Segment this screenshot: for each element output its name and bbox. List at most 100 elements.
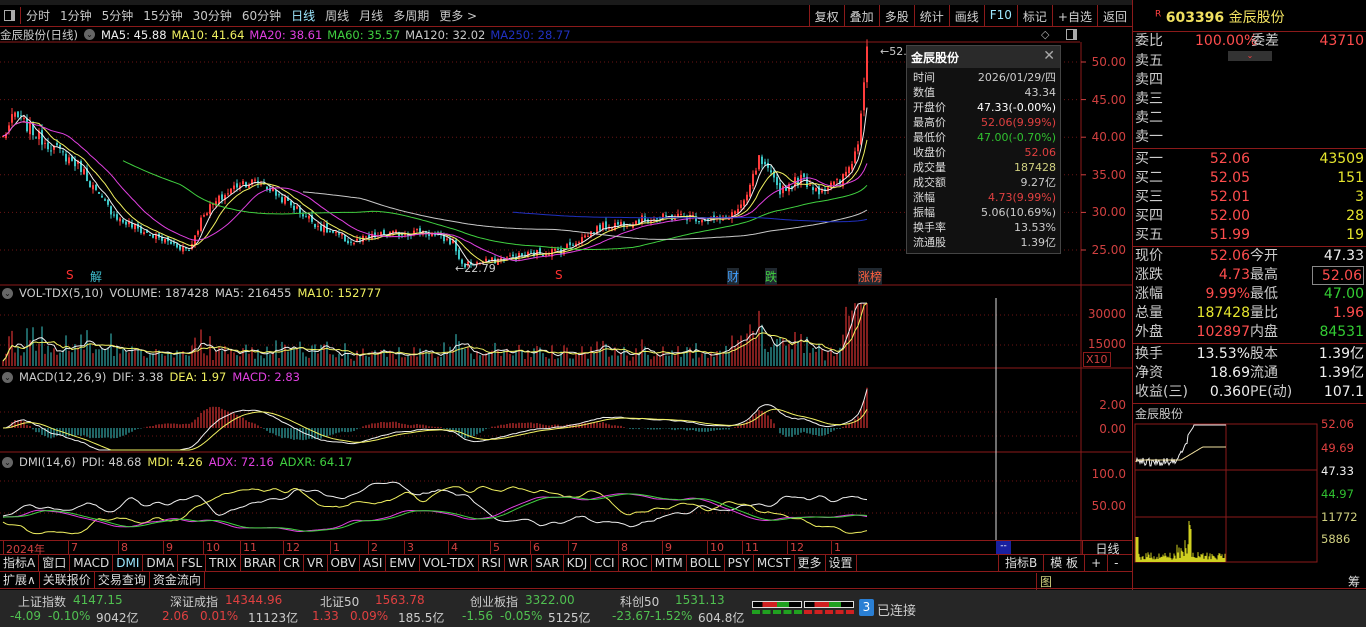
indicator-tab-EMV[interactable]: EMV xyxy=(386,555,420,571)
indicator-tab-DMI[interactable]: DMI xyxy=(113,555,144,571)
right-tab-指标B[interactable]: 指标B xyxy=(998,555,1043,572)
volume-legend-item: VOLUME: 187428 xyxy=(109,286,209,300)
fundamental-row: 净资 18.69 流通 1.39亿 xyxy=(1135,364,1364,383)
candle xyxy=(95,184,97,191)
indicator-tab-VOL-TDX[interactable]: VOL-TDX xyxy=(420,555,479,571)
candle xyxy=(35,137,37,139)
indicator-tab-PSY[interactable]: PSY xyxy=(725,555,754,571)
indicator-tab-指标A[interactable]: 指标A xyxy=(0,555,40,571)
candle xyxy=(176,243,178,248)
mini-axis-tick: 11772 xyxy=(1321,510,1358,524)
weicha-value: 43710 xyxy=(1319,33,1364,49)
indicator-tab-VR[interactable]: VR xyxy=(304,555,328,571)
index-name[interactable]: 科创50 xyxy=(620,593,659,610)
candle xyxy=(857,144,859,152)
event-marker[interactable]: 解 xyxy=(90,268,102,285)
quote-stat-row: 涨幅 9.99% 最低 47.00 xyxy=(1135,285,1364,304)
event-marker[interactable]: 跌 xyxy=(765,268,778,285)
index-name[interactable]: 创业板指 xyxy=(470,593,518,610)
candle xyxy=(26,118,28,132)
indicator-tab-DMA[interactable]: DMA xyxy=(143,555,179,571)
candle xyxy=(359,239,361,241)
macd-legend-item: MACD(12,26,9) xyxy=(19,370,107,384)
buy-level-volume: 28 xyxy=(1346,208,1364,224)
connection-status[interactable]: 已连接 xyxy=(877,600,916,619)
candle xyxy=(518,253,520,259)
right-tab-模 板[interactable]: 模 板 xyxy=(1043,555,1084,572)
buy-level-label: 买三 xyxy=(1135,189,1163,205)
ext-tab-资金流向[interactable]: 资金流向 xyxy=(150,572,205,588)
legend-dropdown-icon[interactable]: ⌄ xyxy=(2,287,13,299)
index-change: -1.56 xyxy=(462,609,494,623)
volume-legend-item: VOL-TDX(5,10) xyxy=(19,286,104,300)
mini-axis-tick: 5886 xyxy=(1321,532,1351,546)
indicator-tab-MCST[interactable]: MCST xyxy=(754,555,795,571)
indicator-tab-设置[interactable]: 设置 xyxy=(826,555,857,571)
indicator-tab-MACD[interactable]: MACD xyxy=(70,555,114,571)
indicator-tab-RSI[interactable]: RSI xyxy=(479,555,506,571)
index-amount: 9042亿 xyxy=(96,611,139,625)
indicator-tab-CR[interactable]: CR xyxy=(280,555,304,571)
volume-scale-badge[interactable]: X10 xyxy=(1083,352,1111,367)
price-axis-tick: 40.00 xyxy=(1091,130,1126,145)
period-label[interactable]: 日线 xyxy=(1082,540,1132,556)
index-name[interactable]: 上证指数 xyxy=(18,593,66,610)
legend-dropdown-icon[interactable]: ⌄ xyxy=(2,371,13,383)
indicator-tab-BOLL[interactable]: BOLL xyxy=(687,555,725,571)
indicator-tab-KDJ[interactable]: KDJ xyxy=(564,555,592,571)
ext-tab-关联报价[interactable]: 关联报价 xyxy=(40,572,95,588)
candle xyxy=(197,230,199,235)
indicator-tab-OBV[interactable]: OBV xyxy=(328,555,361,571)
right-tab--[interactable]: - xyxy=(1107,555,1124,572)
candle xyxy=(749,184,751,197)
connection-count-badge[interactable]: 3 xyxy=(859,599,874,616)
indicator-tab-FSL[interactable]: FSL xyxy=(178,555,207,571)
candle xyxy=(356,238,358,241)
indicator-tab-ROC[interactable]: ROC xyxy=(619,555,652,571)
close-icon[interactable]: ✕ xyxy=(1043,48,1055,64)
candle xyxy=(698,221,700,223)
indicator-tab-ASI[interactable]: ASI xyxy=(360,555,387,571)
ext-tab-扩展∧[interactable]: 扩展∧ xyxy=(0,572,40,588)
indicator-tab-窗口[interactable]: 窗口 xyxy=(39,555,71,571)
candle xyxy=(113,214,115,216)
candle xyxy=(62,151,64,153)
candle xyxy=(89,181,91,188)
indicator-tab-TRIX[interactable]: TRIX xyxy=(206,555,241,571)
quote-stat-row: 现价 52.06 今开 47.33 xyxy=(1135,247,1364,266)
index-name[interactable]: 北证50 xyxy=(320,593,359,610)
legend-dropdown-icon[interactable]: ⌄ xyxy=(2,456,13,468)
stat-label: 量比 xyxy=(1250,305,1278,321)
buy-level-label: 买四 xyxy=(1135,208,1163,224)
indicator-tab-BRAR[interactable]: BRAR xyxy=(241,555,281,571)
candle xyxy=(572,244,574,246)
candle xyxy=(293,205,295,211)
stat-value: 1.96 xyxy=(1332,305,1364,321)
index-name[interactable]: 深证成指 xyxy=(170,593,218,610)
candle xyxy=(554,248,556,251)
ma10-line xyxy=(2,121,868,264)
ext-tab-交易查询[interactable]: 交易查询 xyxy=(95,572,150,588)
candle xyxy=(170,241,172,244)
indicator-tab-MTM[interactable]: MTM xyxy=(652,555,687,571)
stat-value: 52.06 xyxy=(1312,266,1364,285)
popup-row: 最高价 52.06(9.99%) xyxy=(907,115,1060,130)
price-axis-tick: 35.00 xyxy=(1091,167,1126,182)
indicator-tab-WR[interactable]: WR xyxy=(505,555,533,571)
candle xyxy=(854,151,856,163)
indicator-b-tabs: 指标B 模 板 + - xyxy=(998,555,1124,572)
indicator-tab-SAR[interactable]: SAR xyxy=(532,555,564,571)
ext-tab-chart[interactable]: 图 xyxy=(1036,573,1055,590)
candle xyxy=(149,234,151,236)
event-marker[interactable]: 涨榜 xyxy=(858,268,883,285)
popup-row: 时间 2026/01/29/四 xyxy=(907,70,1060,85)
right-tab-+[interactable]: + xyxy=(1084,555,1107,572)
popup-row-label: 涨幅 xyxy=(913,191,935,204)
low-price-label: ←22.79 xyxy=(455,262,496,275)
event-marker[interactable]: S xyxy=(555,268,563,282)
indicator-tab-CCI[interactable]: CCI xyxy=(591,555,619,571)
event-marker[interactable]: 财 xyxy=(727,268,740,285)
candle xyxy=(101,195,103,198)
indicator-tab-更多[interactable]: 更多 xyxy=(795,555,826,571)
event-marker[interactable]: S xyxy=(66,268,74,282)
